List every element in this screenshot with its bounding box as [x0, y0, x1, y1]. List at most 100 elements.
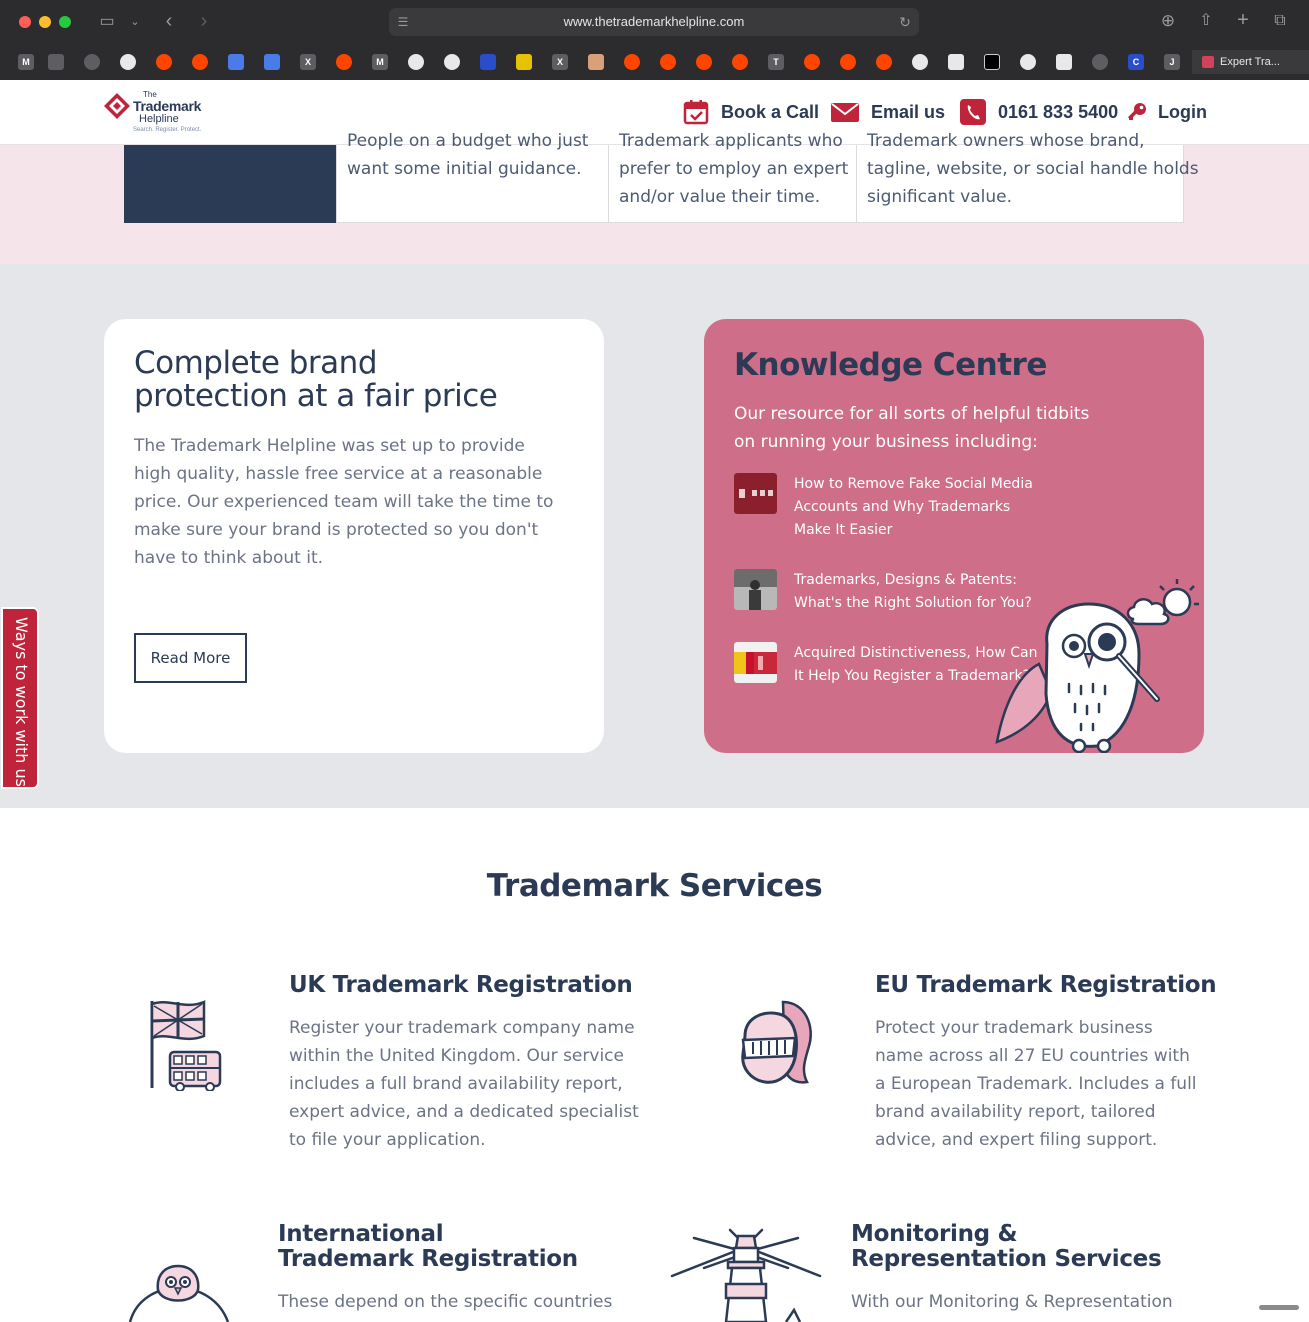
tab-overview-icon[interactable]: ⧉ [1270, 11, 1290, 31]
minimize-window-button[interactable] [39, 16, 51, 28]
pinned-tab-icon[interactable] [912, 54, 928, 70]
pinned-tab-icon[interactable] [84, 54, 100, 70]
pinned-tab-icon[interactable] [588, 54, 604, 70]
chevron-down-icon[interactable]: ⌄ [128, 12, 142, 32]
compass-icon[interactable] [1092, 54, 1108, 70]
key-icon [1128, 103, 1146, 120]
pinned-tab-icon[interactable] [480, 54, 496, 70]
reload-icon[interactable]: ↻ [897, 12, 913, 32]
new-tab-icon[interactable]: + [1233, 10, 1253, 30]
brand-protection-title: Complete brand protection at a fair pric… [134, 345, 498, 414]
comparison-band: People on a budget who just want some in… [0, 131, 1309, 264]
comparison-label-cell [124, 145, 336, 223]
comparison-cell-standard: Trademark applicants who prefer to emplo… [608, 131, 857, 223]
logo-text-trademark: Trademark [133, 98, 202, 114]
owl-mascot-icon [995, 579, 1199, 753]
book-call-label: Book a Call [721, 101, 820, 122]
service-title[interactable]: Monitoring & Representation Services [851, 1222, 1191, 1272]
reddit-icon[interactable] [624, 54, 640, 70]
login-label: Login [1158, 101, 1207, 122]
pinned-tab-icon[interactable]: C [1128, 54, 1144, 70]
pinned-tab-icon[interactable] [48, 54, 64, 70]
pinned-tab-icon[interactable]: M [18, 54, 34, 70]
brand-protection-body: The Trademark Helpline was set up to pro… [134, 436, 554, 568]
comparison-cell-basic: People on a budget who just want some in… [336, 131, 609, 223]
phone-number: 0161 833 5400 [998, 101, 1119, 122]
reddit-icon[interactable] [156, 54, 172, 70]
logo-mark-icon [104, 93, 130, 119]
service-body: These depend on the specific countries [278, 1292, 613, 1312]
reddit-icon[interactable] [876, 54, 892, 70]
forward-arrow-icon[interactable]: › [195, 11, 213, 31]
address-bar[interactable]: ☰ www.thetrademarkhelpline.com ↻ [389, 8, 919, 36]
comparison-text: and/or value their time. [619, 187, 821, 207]
lighthouse-icon [670, 1228, 822, 1322]
share-icon[interactable]: ⇧ [1196, 11, 1216, 31]
services-title: Trademark Services [486, 868, 823, 904]
service-title[interactable]: EU Trademark Registration [875, 973, 1217, 998]
email-us-link[interactable]: Email us [831, 96, 945, 128]
login-link[interactable]: Login [1126, 96, 1207, 128]
services-section: Trademark Services UK Trademark Registra… [0, 808, 1309, 1322]
envelope-icon [831, 103, 859, 122]
knowledge-centre-intro: Our resource for all sorts of helpful ti… [734, 404, 1090, 452]
knowledge-centre-card: Knowledge Centre Our resource for all so… [704, 319, 1204, 753]
service-body: With our Monitoring & Representation [851, 1292, 1173, 1312]
read-more-button[interactable]: Read More [134, 633, 247, 683]
comparison-cell-premium: Trademark owners whose brand, tagline, w… [856, 131, 1199, 223]
download-icon[interactable]: ⊕ [1158, 11, 1178, 31]
knowledge-centre-title: Knowledge Centre [734, 347, 1047, 383]
ways-to-work-label: Ways to work with us [12, 617, 31, 787]
article-thumbnail [734, 569, 777, 610]
pinned-tab-icon[interactable] [948, 54, 964, 70]
comparison-text: People on a budget who just [347, 131, 589, 151]
knight-helmet-icon [741, 1000, 812, 1084]
zoom-window-button[interactable] [59, 16, 71, 28]
calendar-icon [683, 100, 709, 125]
ways-to-work-tab[interactable]: Ways to work with us [1, 607, 39, 789]
reddit-icon[interactable] [732, 54, 748, 70]
reddit-icon[interactable] [696, 54, 712, 70]
url-text: www.thetrademarkhelpline.com [563, 14, 745, 29]
browser-titlebar: ▭ ⌄ ‹ › ☰ www.thetrademarkhelpline.com ↻… [0, 0, 1309, 44]
active-tab-label: Expert Tra... [1220, 56, 1280, 68]
comparison-text: significant value. [867, 187, 1013, 207]
site-logo[interactable]: The Trademark Helpline Search. Register.… [103, 88, 213, 136]
comparison-text: tagline, website, or social handle holds [867, 159, 1199, 179]
pinned-tab-icon[interactable] [1056, 54, 1072, 70]
service-title[interactable]: International Trademark Registration [278, 1222, 578, 1272]
reddit-icon[interactable] [192, 54, 208, 70]
reddit-icon[interactable] [660, 54, 676, 70]
scrollbar-handle[interactable] [1259, 1305, 1299, 1310]
pinned-tab-icon[interactable]: T [768, 54, 784, 70]
github-icon[interactable] [1020, 54, 1036, 70]
pinned-tab-icon[interactable] [228, 54, 244, 70]
pinned-tab-icon[interactable] [516, 54, 532, 70]
close-window-button[interactable] [19, 16, 31, 28]
github-icon[interactable] [408, 54, 424, 70]
uk-flag-bus-icon [150, 1000, 222, 1091]
github-icon[interactable] [444, 54, 460, 70]
article-link[interactable]: How to Remove Fake Social Media Accounts… [734, 473, 1054, 538]
phone-link[interactable]: 0161 833 5400 [960, 96, 1118, 128]
logo-tagline: Search. Register. Protect. [133, 127, 202, 133]
pinned-tab-icon[interactable]: X [300, 54, 316, 70]
pinned-tab-icon[interactable]: J [1164, 54, 1180, 70]
comparison-text: want some initial guidance. [347, 159, 582, 179]
email-us-label: Email us [871, 101, 946, 122]
sidebar-toggle-icon[interactable]: ▭ [96, 12, 118, 32]
service-title[interactable]: UK Trademark Registration [289, 973, 633, 998]
pinned-tab-icon[interactable] [264, 54, 280, 70]
pinned-tabs-strip: M X M X T C J [0, 48, 1309, 76]
book-call-link[interactable]: Book a Call [683, 96, 819, 128]
reddit-icon[interactable] [336, 54, 352, 70]
github-icon[interactable] [120, 54, 136, 70]
x-icon[interactable] [984, 54, 1000, 70]
intro-section: Complete brand protection at a fair pric… [0, 264, 1309, 808]
reddit-icon[interactable] [840, 54, 856, 70]
back-arrow-icon[interactable]: ‹ [160, 11, 178, 31]
active-tab[interactable]: Expert Tra... [1192, 50, 1309, 74]
pinned-tab-icon[interactable]: X [552, 54, 568, 70]
pinned-tab-icon[interactable]: M [372, 54, 388, 70]
reddit-icon[interactable] [804, 54, 820, 70]
